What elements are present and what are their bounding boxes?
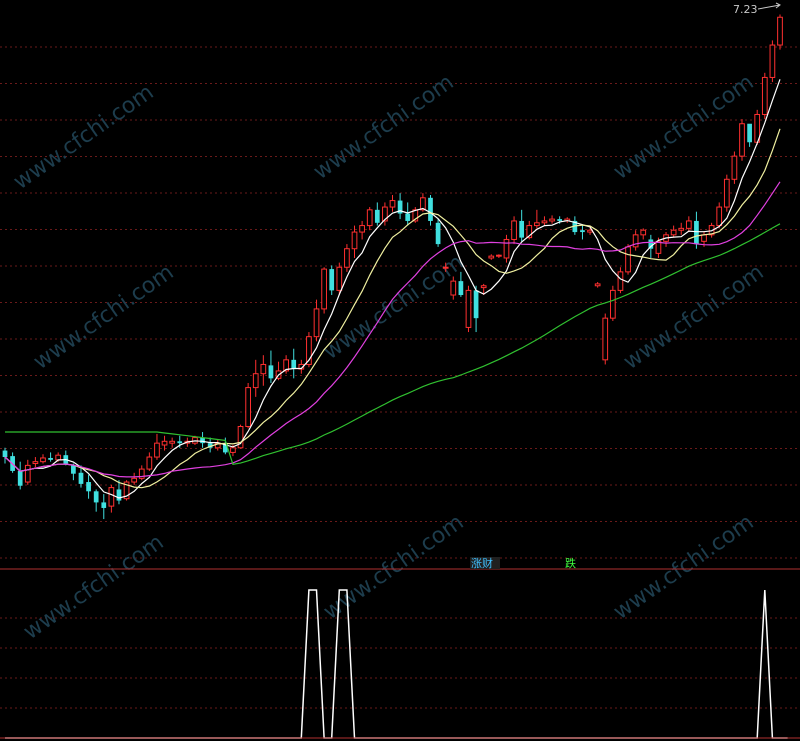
candle-body-down (329, 269, 335, 291)
watermark-text: www.cfchi.com (319, 510, 468, 625)
candle-body-down (557, 219, 563, 221)
candle-body-up (609, 289, 616, 319)
candle-body-up (389, 200, 396, 208)
candle-body-down (177, 441, 183, 444)
candle-body-up (511, 220, 517, 240)
candle-body-up (549, 218, 555, 222)
candle-body-up (245, 387, 251, 427)
price-high-arrow (757, 2, 781, 10)
candle-body-up (230, 447, 236, 453)
candle-body-up (442, 266, 449, 269)
candle-body-down (268, 365, 274, 379)
candle-body-up (670, 229, 677, 236)
watermark-text: www.cfchi.com (619, 260, 768, 375)
candle-body-up (146, 456, 153, 470)
candle-body-down (48, 457, 53, 460)
candle-body-up (594, 283, 601, 287)
candle-body-down (580, 230, 585, 233)
candle-body-up (769, 44, 776, 78)
price-high-label: 7.23 (733, 3, 758, 16)
candle-body-up (640, 229, 647, 236)
candle-body-up (465, 289, 472, 328)
candle-body-down (374, 209, 380, 223)
candle-body-up (480, 285, 487, 289)
candle-body-down (93, 491, 99, 503)
candle-body-up (625, 246, 631, 273)
candle-body-up (131, 477, 138, 483)
candle-body-up (503, 238, 510, 259)
candle-body-down (747, 123, 752, 143)
candle-body-up (260, 363, 267, 375)
candle-body-up (40, 457, 46, 463)
candle-body-down (435, 222, 441, 245)
candle-body-down (101, 502, 107, 508)
candle-body-down (519, 220, 525, 238)
candlestick-series (2, 14, 783, 520)
candle-body-up (169, 440, 176, 444)
candle-body-up (602, 317, 609, 361)
candle-body-up (359, 225, 365, 233)
candle-body-up (321, 268, 327, 310)
candle-body-down (71, 465, 76, 474)
candle-body-up (450, 280, 457, 296)
candle-body-down (86, 482, 91, 492)
candle-body-up (617, 271, 624, 291)
candle-body-up (366, 209, 373, 227)
candle-body-up (351, 231, 358, 250)
signal-line (5, 589, 788, 739)
candle-body-up (716, 206, 723, 227)
candle-body-up (685, 220, 692, 229)
stock-chart: www.cfchi.com www.cfchi.com www.cfchi.com w… (0, 2, 800, 739)
candle-body-up (534, 222, 540, 227)
candle-body-down (428, 197, 433, 221)
rise-label: 涨财 (471, 556, 493, 570)
candle-body-up (496, 254, 502, 257)
candle-body-up (541, 220, 548, 224)
candle-body-up (761, 76, 768, 115)
candle-body-down (473, 290, 479, 319)
candle-body-up (336, 266, 343, 291)
candle-body-up (701, 234, 707, 242)
candle-body-up (313, 308, 320, 338)
fall-label: 跌 (565, 556, 576, 570)
watermark-text: www.cfchi.com (29, 260, 178, 375)
candle-body-up (252, 373, 259, 389)
candle-body-down (17, 470, 23, 486)
candle-body-down (2, 450, 8, 458)
price-grid (0, 46, 800, 739)
candle-body-up (723, 178, 730, 208)
candle-body-down (291, 359, 297, 370)
watermark-text: www.cfchi.com (609, 510, 758, 625)
candle-body-up (55, 454, 62, 461)
candle-body-up (731, 155, 738, 180)
candle-body-down (694, 220, 699, 245)
candle-body-down (116, 489, 122, 501)
candle-body-down (405, 213, 411, 221)
candle-body-up (154, 442, 160, 458)
candle-body-up (344, 248, 350, 268)
candle-body-up (739, 123, 745, 157)
candle-body-down (200, 437, 205, 444)
candle-body-up (678, 227, 685, 231)
candle-body-up (32, 461, 39, 465)
watermark-text: www.cfchi.com (19, 530, 168, 645)
candle-body-up (488, 255, 495, 259)
watermark-layer: www.cfchi.com www.cfchi.com www.cfchi.com w… (9, 70, 768, 645)
watermark-text: www.cfchi.com (9, 80, 158, 195)
candle-body-up (161, 440, 168, 446)
candle-body-up (777, 16, 783, 46)
candle-body-down (458, 281, 464, 296)
candle-body-down (78, 472, 84, 484)
candle-body-up (24, 464, 31, 483)
signal-indicator (0, 589, 800, 739)
watermark-text: www.cfchi.com (309, 70, 458, 185)
candle-body-up (108, 487, 115, 507)
